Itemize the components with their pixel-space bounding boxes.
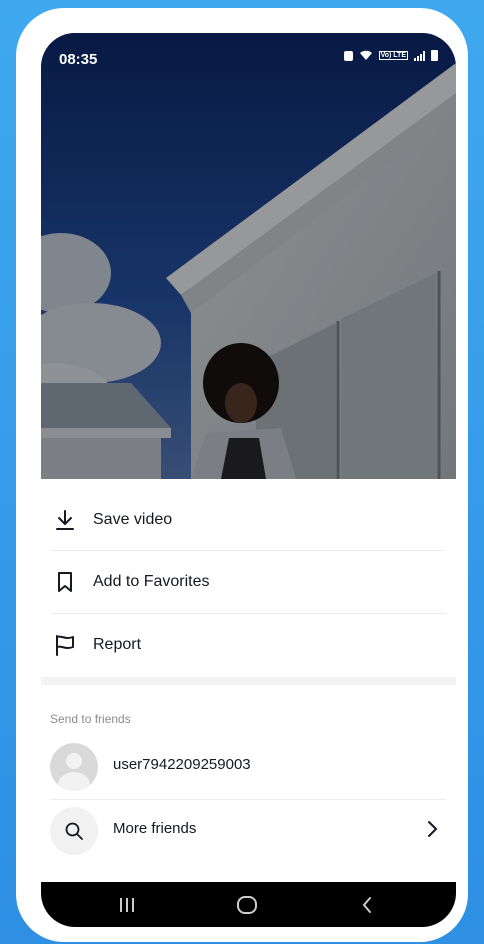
flag-icon [56,635,74,656]
send-to-friends-heading: Send to friends [50,712,131,726]
status-bar: 08:35 Vo) LTE [41,33,456,83]
home-button[interactable] [227,894,267,916]
home-icon [237,896,257,914]
download-icon [56,510,74,530]
search-icon-circle [50,807,98,855]
wifi-icon [359,50,373,61]
search-icon [65,822,83,840]
status-icons: Vo) LTE [343,50,438,61]
volte-icon: Vo) LTE [378,51,408,60]
status-time: 08:35 [59,51,98,68]
navigation-bar [41,882,456,927]
avatar [50,743,98,791]
section-separator [41,677,456,685]
friend-username: user7942209259003 [113,756,251,773]
save-video-button[interactable]: Save video [41,489,456,551]
signal-icon [414,50,425,61]
divider [51,799,446,800]
report-button[interactable]: Report [41,614,456,676]
battery-icon [431,50,438,61]
add-to-favorites-button[interactable]: Add to Favorites [41,551,456,613]
video-preview[interactable]: 08:35 Vo) LTE [41,33,456,479]
lock-icon [343,50,353,61]
recents-icon [120,898,134,912]
video-dim-overlay [41,33,456,479]
save-video-label: Save video [93,511,173,528]
report-label: Report [93,636,142,653]
add-to-favorites-label: Add to Favorites [93,573,210,590]
chevron-right-icon [428,821,437,837]
back-button[interactable] [347,894,387,916]
back-icon [362,897,371,913]
phone-screen: 08:35 Vo) LTE Save video Add to Favorite… [41,33,456,927]
recent-apps-button[interactable] [107,894,147,916]
more-friends-button[interactable]: More friends [41,801,456,857]
more-friends-label: More friends [113,820,197,837]
bookmark-icon [58,572,72,592]
share-sheet: Save video Add to Favorites Report Send … [41,479,456,927]
friend-item[interactable]: user7942209259003 [41,737,456,793]
